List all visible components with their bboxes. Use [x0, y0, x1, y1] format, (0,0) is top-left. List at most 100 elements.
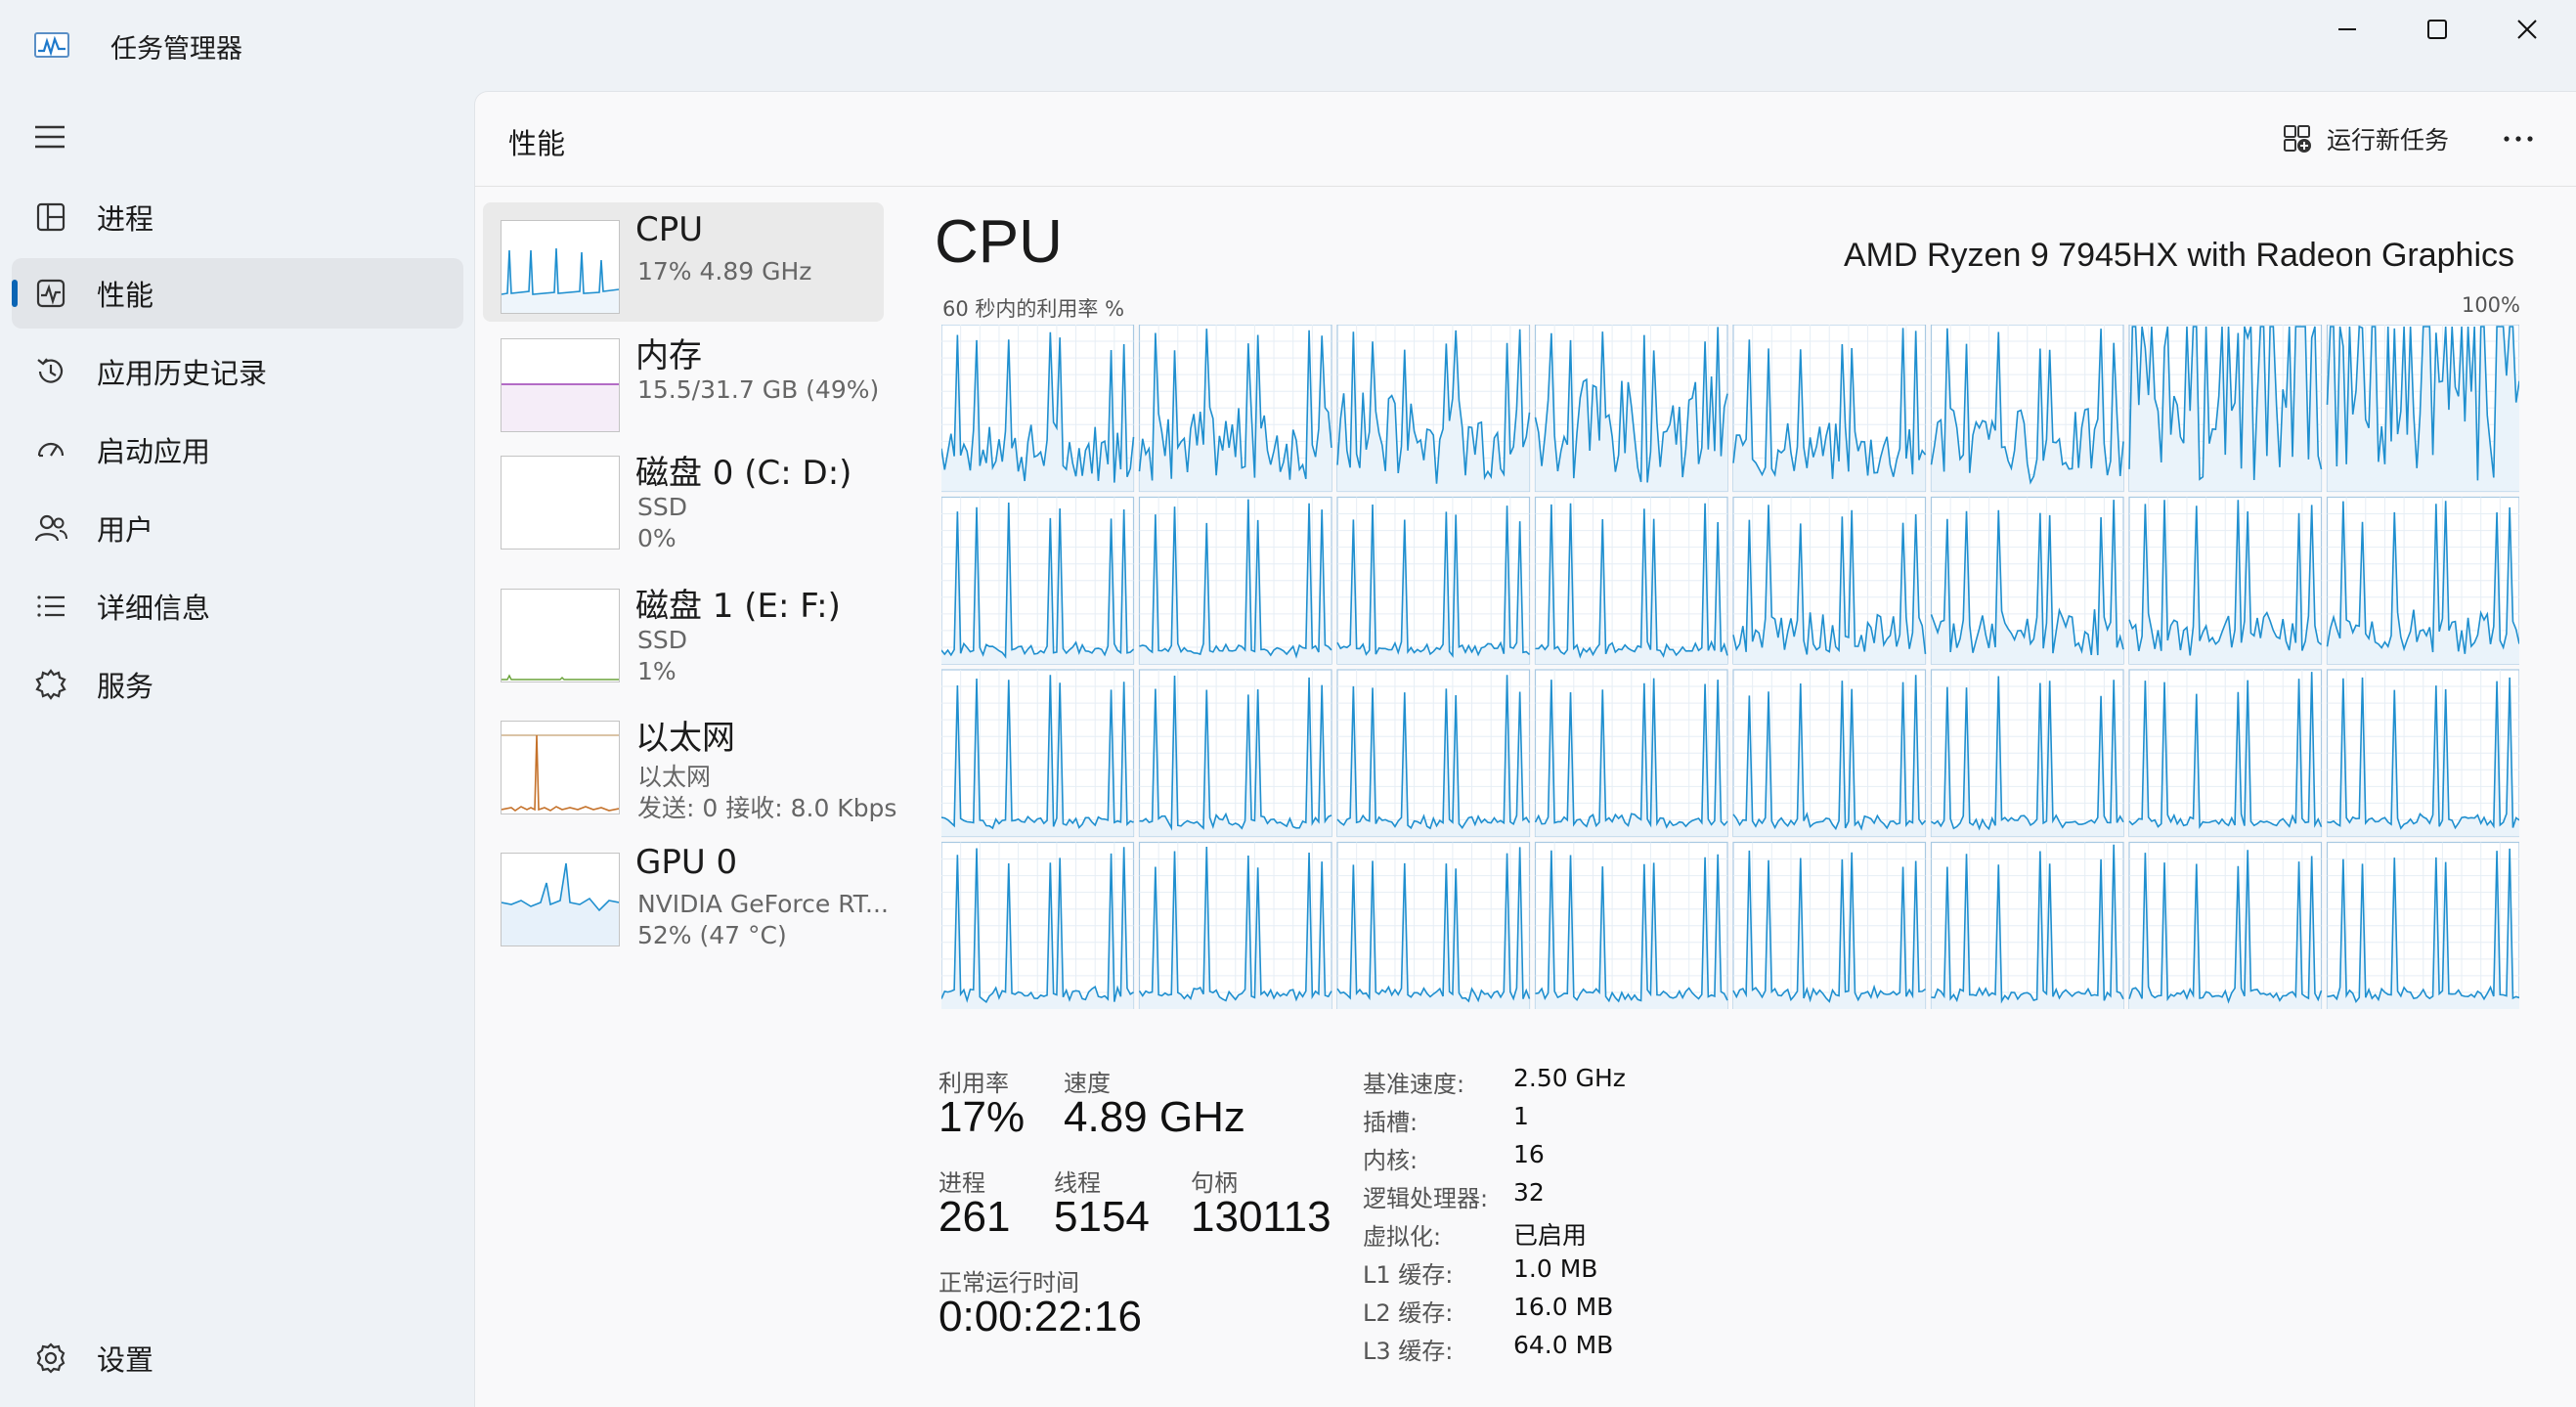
resource-memory[interactable]: 内存 15.5/31.7 GB (49%)	[483, 321, 884, 440]
minimize-icon	[2338, 28, 2356, 30]
utilization-value: 17%	[939, 1093, 1026, 1141]
services-icon	[35, 669, 66, 700]
app-title: 任务管理器	[110, 34, 242, 65]
logical-processor-graph	[1138, 669, 1332, 838]
run-new-task-label: 运行新任务	[2327, 126, 2450, 154]
logical-processor-graph	[1336, 841, 1531, 1009]
resource-disk-0[interactable]: 磁盘 0 (C: D:) SSD 0%	[483, 438, 884, 557]
logical-processor-graph	[2326, 841, 2519, 1009]
nav-label-processes: 进程	[97, 202, 154, 236]
handles-value: 130113	[1191, 1193, 1332, 1241]
logical-processor-graph	[1930, 841, 2124, 1009]
disk1-thumbnail-graph	[501, 589, 620, 682]
spec-cores-value: 16	[1513, 1140, 1545, 1168]
resource-disk0-type: SSD	[637, 493, 687, 521]
nav-item-details[interactable]: 详细信息	[12, 571, 463, 641]
resource-gpu-name: GPU 0	[635, 843, 738, 882]
resource-disk1-usage: 1%	[637, 657, 677, 685]
cpu-mini-chart	[502, 247, 619, 313]
title-bar: 任务管理器	[0, 0, 2576, 90]
logical-processor-graph	[2326, 669, 2519, 838]
graph-max-label: 100%	[2461, 293, 2520, 317]
spec-l3-cache-value: 64.0 MB	[1513, 1331, 1614, 1359]
app-history-icon	[37, 358, 64, 383]
resource-disk0-name: 磁盘 0 (C: D:)	[635, 454, 852, 493]
logical-processor-graph	[2326, 496, 2519, 665]
resource-ethernet-throughput: 发送: 0 接收: 8.0 Kbps	[637, 794, 897, 822]
uptime-value: 0:00:22:16	[939, 1293, 1142, 1341]
nav-item-settings[interactable]: 设置	[12, 1323, 463, 1393]
nav-label-details: 详细信息	[97, 592, 211, 625]
resource-gpu-model: NVIDIA GeForce RT...	[637, 890, 889, 918]
nav-item-services[interactable]: 服务	[12, 649, 463, 720]
cpu-thumbnail-graph	[501, 220, 620, 314]
resource-disk1-type: SSD	[637, 626, 687, 654]
resource-cpu[interactable]: CPU 17% 4.89 GHz	[483, 202, 884, 322]
resource-ethernet-name: 以太网	[635, 719, 735, 758]
disk0-thumbnail-graph	[501, 456, 620, 550]
resource-ethernet[interactable]: 以太网 以太网 发送: 0 接收: 8.0 Kbps	[483, 703, 896, 822]
hamburger-menu-icon[interactable]	[29, 119, 70, 154]
processes-icon	[36, 202, 65, 232]
nav-item-users[interactable]: 用户	[12, 493, 463, 563]
nav-label-app-history: 应用历史记录	[97, 357, 268, 390]
spec-cores-label: 内核:	[1363, 1147, 1419, 1174]
logical-processor-graph	[1336, 669, 1531, 838]
more-options-icon[interactable]	[2499, 119, 2538, 158]
logical-processor-graph	[1930, 325, 2124, 493]
logical-processor-graph	[1534, 841, 1728, 1009]
maximize-button[interactable]	[2393, 8, 2481, 51]
nav-item-processes[interactable]: 进程	[12, 182, 463, 252]
memory-mini-chart	[502, 383, 619, 431]
spec-base-speed-value: 2.50 GHz	[1513, 1064, 1626, 1092]
logical-processor-graph	[1336, 496, 1531, 665]
ethernet-thumbnail-graph	[501, 721, 620, 814]
logical-processor-graph	[1732, 325, 1927, 493]
spec-l2-cache-value: 16.0 MB	[1513, 1293, 1614, 1321]
run-task-icon	[2284, 125, 2311, 153]
disk1-mini-chart	[502, 674, 619, 681]
logical-processor-graph	[1930, 496, 2124, 665]
close-button[interactable]	[2483, 8, 2571, 51]
memory-thumbnail-graph	[501, 338, 620, 432]
logical-processor-graph	[1732, 669, 1927, 838]
logical-processor-graph	[1534, 496, 1728, 665]
nav-label-settings: 设置	[97, 1343, 154, 1377]
run-new-task-button[interactable]: 运行新任务	[2282, 119, 2449, 158]
users-icon	[34, 514, 67, 542]
spec-l1-cache-value: 1.0 MB	[1513, 1254, 1598, 1283]
spec-base-speed-label: 基准速度:	[1363, 1071, 1465, 1098]
settings-gear-icon	[36, 1342, 65, 1374]
minimize-button[interactable]	[2303, 8, 2391, 51]
logical-processor-graph	[941, 325, 1135, 493]
gpu-thumbnail-graph	[501, 853, 620, 946]
logical-processor-graph	[1732, 841, 1927, 1009]
threads-value: 5154	[1054, 1193, 1150, 1241]
resource-disk-1[interactable]: 磁盘 1 (E: F:) SSD 1%	[483, 571, 884, 690]
startup-apps-icon	[37, 442, 65, 458]
performance-icon	[36, 279, 65, 308]
spec-sockets-label: 插槽:	[1363, 1109, 1419, 1136]
logical-processor-graph	[1534, 669, 1728, 838]
graph-caption: 60 秒内的利用率 %	[942, 297, 1125, 321]
close-icon	[2517, 20, 2537, 39]
logical-processor-graphs	[941, 325, 2519, 1009]
spec-l1-cache-label: L1 缓存:	[1363, 1261, 1454, 1289]
processes-value: 261	[939, 1193, 1011, 1241]
resource-disk1-name: 磁盘 1 (E: F:)	[635, 587, 841, 626]
resource-gpu-0[interactable]: GPU 0 NVIDIA GeForce RT... 52% (47 °C)	[483, 835, 889, 954]
logical-processor-graph	[1138, 325, 1332, 493]
nav-item-startup-apps[interactable]: 启动应用	[12, 415, 463, 485]
details-icon	[37, 595, 65, 617]
cpu-detail-title: CPU	[935, 208, 1063, 276]
gpu-mini-chart	[502, 862, 619, 945]
resource-memory-usage: 15.5/31.7 GB (49%)	[637, 375, 880, 404]
resource-memory-name: 内存	[635, 336, 702, 375]
logical-processor-graph	[2326, 325, 2519, 493]
ethernet-mini-chart	[502, 734, 619, 812]
nav-item-app-history[interactable]: 应用历史记录	[12, 336, 463, 407]
speed-value: 4.89 GHz	[1064, 1093, 1245, 1141]
logical-processor-graph	[941, 496, 1135, 665]
spec-l2-cache-label: L2 缓存:	[1363, 1299, 1454, 1327]
nav-item-performance[interactable]: 性能	[12, 258, 463, 329]
